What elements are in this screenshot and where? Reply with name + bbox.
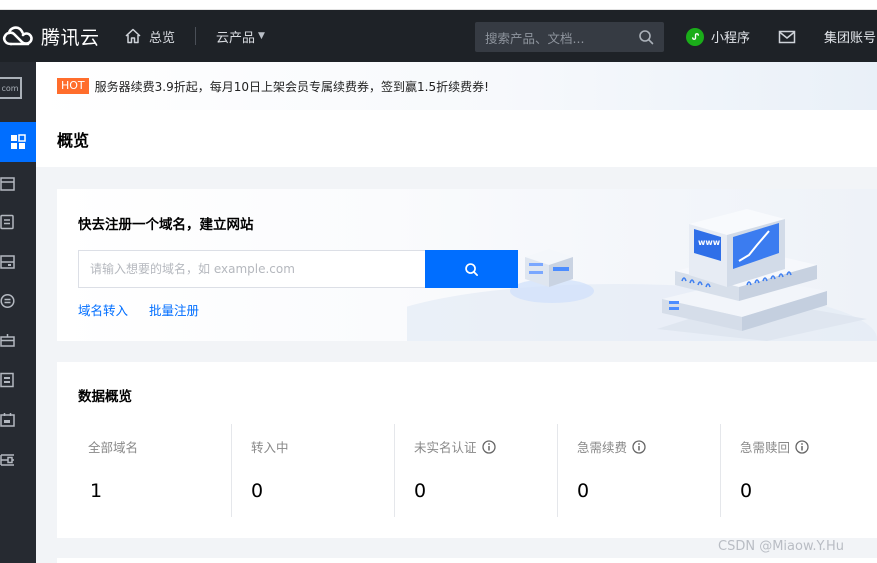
report-icon[interactable]: [0, 372, 16, 388]
domain-com-icon[interactable]: com: [0, 77, 22, 99]
nav-cloud-products[interactable]: 云产品 ▼: [216, 27, 265, 46]
stat-label-row: 未实名认证: [414, 437, 496, 456]
stat-value[interactable]: 1: [90, 480, 102, 502]
data-overview-title: 数据概览: [78, 389, 132, 405]
nav-overview-label: 总览: [149, 30, 176, 46]
stat-value[interactable]: 0: [577, 480, 589, 502]
stat-label-row: 急需续费: [577, 437, 646, 456]
stat-label: 全部域名: [88, 440, 139, 455]
stat-label: 未实名认证: [414, 440, 477, 455]
stat-unverified[interactable]: 未实名认证 0: [394, 424, 557, 517]
stat-label: 急需续费: [577, 440, 628, 455]
settings-list-icon[interactable]: [0, 452, 16, 468]
register-title: 快去注册一个域名，建立网站: [78, 217, 254, 233]
stat-divider: [231, 424, 232, 517]
search-icon: [465, 262, 478, 276]
promo-text[interactable]: 服务器续费3.9折起，每月10日上架会员专属续费券，签到赢1.5折续费券!: [95, 78, 489, 95]
info-icon[interactable]: [481, 439, 496, 454]
nav-mini-program[interactable]: 小程序: [686, 27, 750, 46]
nav-group-account[interactable]: 集团账号: [824, 27, 876, 46]
brand-name: 腾讯云: [41, 26, 100, 49]
brand-logo[interactable]: 腾讯云: [0, 23, 118, 50]
left-sidebar: com: [0, 62, 36, 563]
domain-search-input[interactable]: [78, 250, 426, 288]
stat-transferring[interactable]: 转入中 0: [231, 424, 394, 517]
stat-value[interactable]: 0: [740, 480, 752, 502]
search-icon[interactable]: [638, 29, 654, 45]
domain-transfer-link[interactable]: 域名转入: [78, 300, 128, 319]
schedule-icon[interactable]: [0, 412, 16, 428]
home-icon: [125, 28, 141, 44]
nav-overview[interactable]: 总览: [124, 27, 175, 46]
gift-icon[interactable]: [0, 332, 16, 348]
stat-label-row: 急需赎回: [740, 437, 809, 456]
search-input[interactable]: 搜索产品、文档...: [485, 28, 638, 47]
stat-divider: [720, 424, 721, 517]
server-www-label: www: [698, 238, 721, 247]
stat-divider: [394, 424, 395, 517]
stat-label: 转入中: [251, 440, 289, 455]
browser-bookmark-strip: [0, 0, 877, 10]
promo-banner[interactable]: HOT 服务器续费3.9折起，每月10日上架会员专属续费券，签到赢1.5折续费券…: [36, 62, 877, 110]
stat-value[interactable]: 0: [414, 480, 426, 502]
page-title: 概览: [57, 130, 90, 150]
stat-all-domains[interactable]: 全部域名 1: [57, 424, 220, 517]
server-box-icon[interactable]: [0, 254, 16, 270]
next-section-card: [57, 558, 877, 563]
stat-label: 急需赎回: [740, 440, 791, 455]
currency-circle-icon[interactable]: [0, 293, 16, 309]
calendar-icon[interactable]: [0, 176, 16, 192]
stat-redeem-urgent[interactable]: 急需赎回 0: [720, 424, 877, 517]
mini-program-icon: [686, 27, 704, 46]
domain-search-button[interactable]: [425, 250, 518, 288]
chevron-down-icon: ▼: [258, 31, 265, 41]
com-badge-label: com: [1, 83, 19, 93]
grid-icon: [11, 134, 26, 149]
document-list-icon[interactable]: [0, 214, 16, 230]
top-navigation-bar: 腾讯云 总览 云产品 ▼ 搜索产品、文档... 小程序 集团账号: [0, 10, 877, 62]
nav-divider: [195, 27, 197, 45]
info-icon[interactable]: [632, 439, 646, 454]
sidebar-item-overview[interactable]: [0, 122, 36, 162]
watermark: CSDN @Miaow.Y.Hu: [718, 539, 844, 554]
global-search[interactable]: 搜索产品、文档...: [475, 22, 664, 52]
hot-badge: HOT: [57, 78, 89, 94]
page-header: 概览: [36, 110, 877, 167]
domain-register-card: www 快去注册一个域名，建立网站 域名转入 批量注册: [57, 189, 877, 341]
data-overview-card: 数据概览 全部域名 1 转入中 0 未实名认证 0 急需续费 0 急需赎回 0: [57, 362, 877, 538]
stat-value[interactable]: 0: [251, 480, 263, 502]
info-icon[interactable]: [795, 439, 809, 454]
stat-divider: [557, 424, 558, 517]
bulk-register-link[interactable]: 批量注册: [149, 300, 199, 319]
nav-products-label: 云产品: [216, 30, 256, 46]
stat-renew-urgent[interactable]: 急需续费 0: [557, 424, 720, 517]
mail-icon[interactable]: [778, 28, 796, 46]
tencent-cloud-logo-icon: [2, 26, 33, 46]
mini-program-label: 小程序: [711, 31, 751, 46]
